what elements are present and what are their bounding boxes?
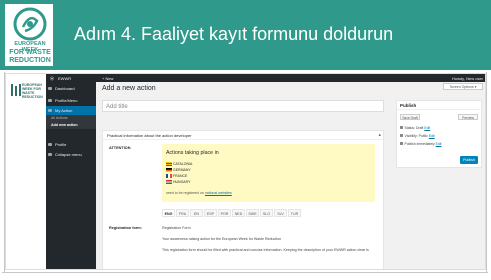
main-content: Add a new action Screen Options ▾ Add ti… (96, 82, 485, 269)
ewwr-bars-icon (11, 84, 21, 96)
adminbar-new-link[interactable]: + New (102, 76, 113, 81)
visibility-row: Visibility: Public Edit (400, 134, 435, 138)
sidebar-item-my-action[interactable]: My Action (46, 106, 96, 115)
attention-label: ATTENTION (109, 146, 131, 150)
publish-box: Publish Save Draft Preview Status: Draft… (396, 100, 483, 168)
slide-title: Adım 4. Faaliyet kayıt formunu doldurun (74, 24, 394, 44)
page-title: Add a new action (102, 85, 156, 92)
hungary-flag-icon (166, 180, 172, 184)
screen-options-button[interactable]: Screen Options ▾ (443, 83, 483, 90)
metabox-title: Practical information about the action d… (103, 131, 385, 140)
sidebar-collapse-menu[interactable]: Collapse menu (46, 150, 96, 159)
pin-icon (400, 126, 403, 129)
admin-bar: Ⓦ EWWR + New Howdy, New user (46, 74, 485, 82)
tab-lang-swe[interactable]: SWE (246, 209, 259, 217)
publish-box-title: Publish (397, 101, 483, 110)
adminbar-site-link[interactable]: EWWR (58, 76, 71, 81)
edit-schedule-link[interactable]: Edit (436, 142, 442, 146)
title-input[interactable]: Add title (102, 100, 384, 112)
logo-line-2: FOR WASTE (9, 49, 51, 56)
country-catalonia: CATALONIA (166, 162, 192, 166)
sidebar-item-profile-menu[interactable]: Profile/Menu (46, 96, 96, 105)
practical-info-metabox: Practical information about the action d… (102, 130, 385, 269)
post-icon (48, 109, 52, 112)
dashboard-icon (48, 87, 52, 90)
user-icon (48, 143, 52, 146)
registration-form-label: Registration form: (109, 226, 142, 230)
tab-lang-eng[interactable]: ENG (162, 209, 175, 217)
sidebar-item-dashboard[interactable]: Dashboard (46, 84, 96, 93)
admin-sidebar: Dashboard Profile/Menu My Action All Act… (46, 82, 96, 269)
save-draft-button[interactable]: Save Draft (400, 114, 420, 120)
slide-header: EUROPEAN WEEK FOR WASTE REDUCTION Adım 4… (0, 0, 491, 70)
sidebar-sub-all-actions[interactable]: All Actions (46, 115, 96, 122)
status-row: Status: Draft Edit (400, 126, 430, 130)
logo-line-3: REDUCTION (9, 57, 51, 64)
national-websites-link[interactable]: national websites (205, 191, 232, 195)
tab-lang-esp[interactable]: ESP (204, 209, 217, 217)
edit-status-link[interactable]: Edit (424, 126, 430, 130)
registration-heading: Registration Form (162, 226, 191, 230)
schedule-row: Publish immediately Edit (400, 142, 441, 146)
ewwr-logo-swirl-icon (13, 7, 47, 41)
ewwr-logo: EUROPEAN WEEK FOR WASTE REDUCTION (4, 3, 54, 67)
wordpress-screenshot: EUROPEAN WEEK FOR WASTE REDUCTION Ⓦ EWWR… (5, 73, 486, 270)
country-france: FRANCE (166, 174, 187, 178)
sketch-border-right (486, 72, 487, 272)
adminbar-account[interactable]: Howdy, New user (452, 76, 483, 81)
eye-icon (400, 134, 403, 137)
sidebar-sub-add-new-action[interactable]: Add new action (46, 122, 96, 129)
france-flag-icon (166, 174, 172, 178)
germany-flag-icon (166, 168, 172, 172)
sidebar-item-profile[interactable]: Profile (46, 140, 96, 149)
pin-icon (48, 99, 52, 102)
tab-lang-slv[interactable]: SLV (274, 209, 287, 217)
edit-visibility-link[interactable]: Edit (429, 134, 435, 138)
sketch-border-bottom (2, 272, 488, 273)
publish-button[interactable]: Publish (460, 156, 478, 164)
country-germany: GERMANY (166, 168, 191, 172)
country-hungary: HUNGARY (166, 180, 190, 184)
calendar-icon (400, 142, 403, 145)
mini-logo-text: EUROPEAN WEEK FOR WASTE REDUCTION (22, 83, 43, 99)
metabox-toggle-icon[interactable]: ▴ (378, 131, 381, 140)
wp-logo-icon[interactable]: Ⓦ (50, 76, 54, 82)
tab-lang-slo[interactable]: SLO (260, 209, 273, 217)
registration-instructions: This registration form should be filled … (162, 248, 369, 252)
preview-button[interactable]: Preview (458, 114, 478, 120)
notice-title: Actions taking place in (166, 150, 219, 156)
notice-footer: need to be registered on national websit… (166, 191, 232, 195)
catalonia-flag-icon (166, 162, 172, 166)
tab-lang-fra[interactable]: FRA (176, 209, 189, 217)
countries-notice: Actions taking place in CATALONIA GERMAN… (162, 144, 375, 202)
tab-lang-en[interactable]: EN (190, 209, 203, 217)
collapse-icon (48, 153, 52, 156)
tab-lang-por[interactable]: POR (218, 209, 231, 217)
tab-lang-ned[interactable]: NED (232, 209, 245, 217)
tab-lang-tur[interactable]: TUR (288, 209, 301, 217)
mini-ewwr-logo: EUROPEAN WEEK FOR WASTE REDUCTION (6, 74, 46, 269)
registration-intro: Your awareness raising action for the Eu… (162, 237, 282, 241)
